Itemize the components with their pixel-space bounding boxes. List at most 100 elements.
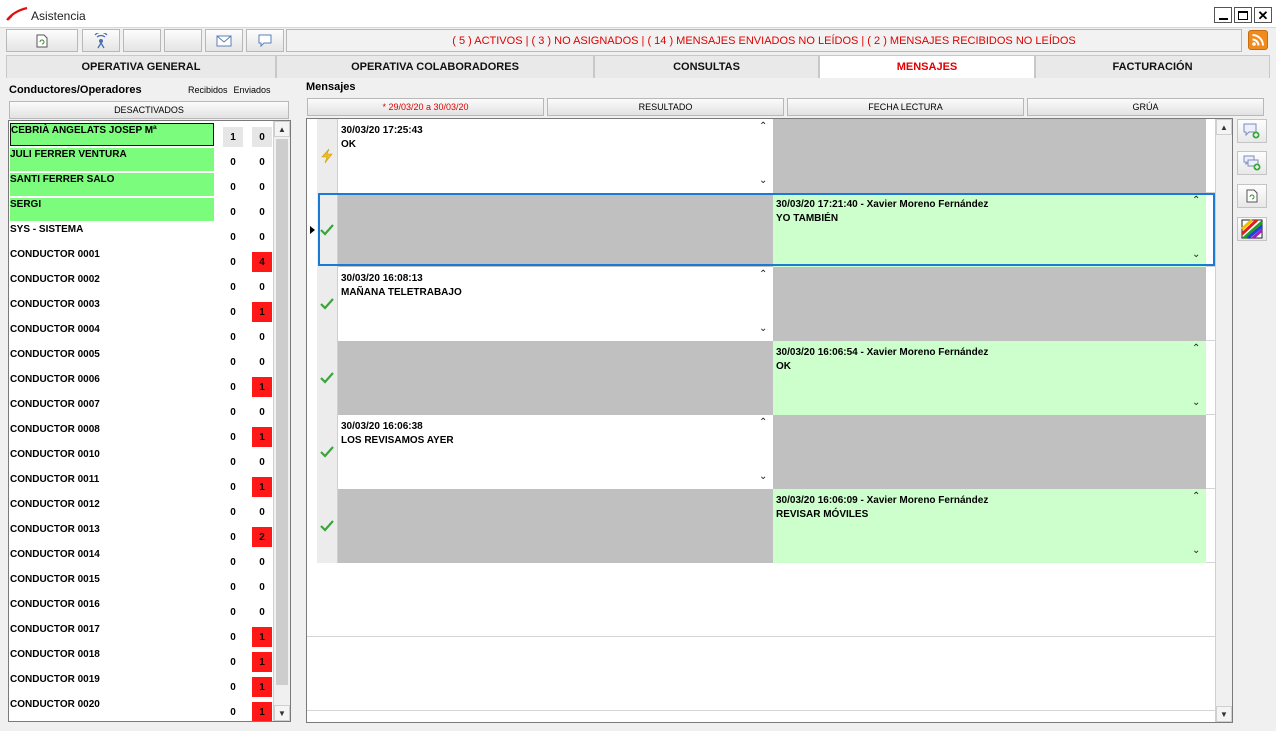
message-cell-left[interactable] (338, 341, 773, 415)
message-row[interactable]: 30/03/20 16:06:38 LOS REVISAMOS AYER ⌃ ⌄ (307, 415, 1215, 489)
chat-button[interactable] (246, 29, 284, 52)
driver-row[interactable]: CONDUCTOR 0011 0 1 (9, 471, 273, 497)
message-row[interactable]: 30/03/20 16:06:09 - Xavier Moreno Fernán… (307, 489, 1215, 563)
message-cell-right[interactable]: 30/03/20 17:21:40 - Xavier Moreno Fernán… (773, 193, 1206, 267)
maximize-button[interactable] (1234, 7, 1252, 23)
driver-name: CONDUCTOR 0016 (10, 599, 100, 610)
rss-button[interactable] (1248, 30, 1268, 50)
tow-truck-header[interactable]: GRÚA (1027, 98, 1264, 116)
message-cell-left[interactable]: 30/03/20 17:25:43 OK ⌃ ⌄ (338, 119, 773, 193)
driver-received-count: 0 (230, 281, 236, 293)
color-palette-button[interactable] (1237, 217, 1267, 241)
driver-row[interactable]: SERGI 0 0 (9, 196, 273, 221)
message-cell-left[interactable]: 30/03/20 16:06:38 LOS REVISAMOS AYER ⌃ ⌄ (338, 415, 773, 489)
date-range-header[interactable]: * 29/03/20 a 30/03/20 (307, 98, 544, 116)
scroll-down-icon[interactable]: ▼ (274, 705, 290, 721)
chevron-up-icon[interactable]: ⌃ (1192, 195, 1200, 206)
message-row[interactable]: 30/03/20 16:06:54 - Xavier Moreno Fernán… (307, 341, 1215, 415)
message-cell-scrollbar[interactable]: ⌃ ⌄ (756, 267, 773, 341)
message-cell-right[interactable] (773, 119, 1206, 193)
message-cell-scrollbar[interactable]: ⌃ ⌄ (756, 119, 773, 193)
message-cell-right[interactable] (773, 415, 1206, 489)
driver-row[interactable]: CONDUCTOR 0016 0 0 (9, 596, 273, 621)
scroll-up-icon[interactable]: ▲ (274, 121, 290, 137)
chevron-down-icon[interactable]: ⌄ (1192, 545, 1200, 556)
driver-sent-count: 0 (259, 206, 265, 218)
chevron-down-icon[interactable]: ⌄ (1192, 397, 1200, 408)
messages-grid[interactable]: 30/03/20 16:06:09 - Xavier Moreno Fernán… (306, 118, 1233, 723)
refresh-button[interactable] (6, 29, 78, 52)
driver-row[interactable]: CONDUCTOR 0013 0 2 (9, 521, 273, 547)
radio-antenna-button[interactable] (82, 29, 120, 52)
tab-facturacion[interactable]: FACTURACIÓN (1035, 55, 1270, 78)
drivers-list[interactable]: CONDUCTOR 0020 0 1 CONDUCTOR 0019 0 1 CONDUCTO… (8, 120, 291, 722)
messages-scrollbar[interactable]: ▲ ▼ (1215, 119, 1232, 722)
message-cell-left[interactable]: 30/03/20 16:08:13 MAÑANA TELETRABAJO ⌃ ⌄ (338, 267, 773, 341)
message-cell-scrollbar[interactable]: ⌃ ⌄ (1189, 341, 1206, 415)
driver-row[interactable]: CONDUCTOR 0015 0 0 (9, 571, 273, 596)
message-cell-scrollbar[interactable]: ⌃ ⌄ (1189, 489, 1206, 563)
refresh-messages-button[interactable] (1237, 184, 1267, 208)
driver-row[interactable]: CONDUCTOR 0002 0 0 (9, 271, 273, 296)
tab-mensajes[interactable]: MENSAJES (819, 55, 1035, 78)
driver-row[interactable]: JULI FERRER VENTURA 0 0 (9, 146, 273, 171)
driver-row[interactable]: CONDUCTOR 0005 0 0 (9, 346, 273, 371)
driver-row[interactable]: CONDUCTOR 0019 0 1 (9, 671, 273, 697)
driver-row[interactable]: CONDUCTOR 0017 0 1 (9, 621, 273, 647)
scroll-up-icon[interactable]: ▲ (1216, 119, 1232, 135)
result-header[interactable]: RESULTADO (547, 98, 784, 116)
driver-name: CONDUCTOR 0015 (10, 574, 100, 585)
tab-operativa-colaboradores[interactable]: OPERATIVA COLABORADORES (276, 55, 594, 78)
scrollbar-thumb[interactable] (276, 139, 288, 685)
chevron-up-icon[interactable]: ⌃ (1192, 491, 1200, 502)
message-cell-scrollbar[interactable]: ⌃ ⌄ (756, 415, 773, 489)
driver-received-count: 0 (230, 531, 236, 543)
message-cell-left[interactable] (338, 489, 773, 563)
message-cell-scrollbar[interactable]: ⌃ ⌄ (1189, 193, 1206, 267)
chevron-up-icon[interactable]: ⌃ (1192, 343, 1200, 354)
message-cell-right[interactable] (773, 267, 1206, 341)
driver-row[interactable]: CEBRIÀ ANGELATS JOSEP Mª 1 0 (9, 121, 273, 147)
toolbar-blank-button-1[interactable] (123, 29, 161, 52)
driver-row[interactable]: CONDUCTOR 0010 0 0 (9, 446, 273, 471)
driver-row[interactable]: CONDUCTOR 0004 0 0 (9, 321, 273, 346)
driver-row[interactable]: CONDUCTOR 0014 0 0 (9, 546, 273, 571)
driver-row[interactable]: CONDUCTOR 0007 0 0 (9, 396, 273, 421)
chevron-up-icon[interactable]: ⌃ (759, 121, 767, 132)
message-row[interactable]: 30/03/20 16:08:13 MAÑANA TELETRABAJO ⌃ ⌄ (307, 267, 1215, 341)
driver-row[interactable]: CONDUCTOR 0003 0 1 (9, 296, 273, 322)
chevron-down-icon[interactable]: ⌄ (759, 323, 767, 334)
chevron-down-icon[interactable]: ⌄ (759, 471, 767, 482)
driver-row[interactable]: CONDUCTOR 0006 0 1 (9, 371, 273, 397)
driver-row[interactable]: SYS - SISTEMA 0 0 (9, 221, 273, 246)
close-button[interactable]: ✕ (1254, 7, 1272, 23)
deactivated-button[interactable]: DESACTIVADOS (9, 101, 289, 119)
scroll-down-icon[interactable]: ▼ (1216, 706, 1232, 722)
email-button[interactable] (205, 29, 243, 52)
chevron-up-icon[interactable]: ⌃ (759, 269, 767, 280)
tab-operativa-general[interactable]: OPERATIVA GENERAL (6, 55, 276, 78)
new-conversation-button[interactable] (1237, 151, 1267, 175)
new-message-button[interactable] (1237, 119, 1267, 143)
tab-consultas[interactable]: CONSULTAS (594, 55, 819, 78)
driver-row[interactable]: CONDUCTOR 0020 0 1 (9, 696, 273, 721)
read-date-header[interactable]: FECHA LECTURA (787, 98, 1024, 116)
message-cell-left[interactable] (338, 193, 773, 267)
driver-row[interactable]: CONDUCTOR 0008 0 1 (9, 421, 273, 447)
chevron-down-icon[interactable]: ⌄ (759, 175, 767, 186)
message-cell-right[interactable]: 30/03/20 16:06:09 - Xavier Moreno Fernán… (773, 489, 1206, 563)
message-text: 30/03/20 17:21:40 - Xavier Moreno Fernán… (776, 198, 988, 226)
driver-row[interactable]: CONDUCTOR 0001 0 4 (9, 246, 273, 272)
driver-row[interactable]: CONDUCTOR 0018 0 1 (9, 646, 273, 672)
driver-row[interactable]: SANTI FERRER SALO 0 0 (9, 171, 273, 196)
driver-row[interactable]: CONDUCTOR 0012 0 0 (9, 496, 273, 521)
message-cell-right[interactable]: 30/03/20 16:06:54 - Xavier Moreno Fernán… (773, 341, 1206, 415)
message-row[interactable]: 30/03/20 17:21:40 - Xavier Moreno Fernán… (307, 193, 1215, 267)
toolbar-blank-button-2[interactable] (164, 29, 202, 52)
minimize-button[interactable] (1214, 7, 1232, 23)
driver-received-count: 0 (230, 706, 236, 718)
drivers-list-scrollbar[interactable]: ▲ ▼ (273, 121, 290, 721)
chevron-down-icon[interactable]: ⌄ (1192, 249, 1200, 260)
message-row[interactable]: 30/03/20 17:25:43 OK ⌃ ⌄ (307, 119, 1215, 193)
chevron-up-icon[interactable]: ⌃ (759, 417, 767, 428)
